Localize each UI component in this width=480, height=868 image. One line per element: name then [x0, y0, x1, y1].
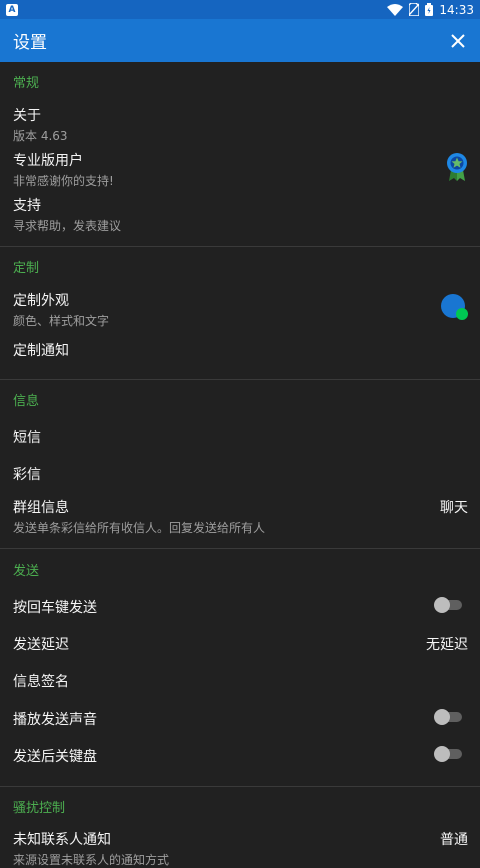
- settings-item-subtitle: 非常感谢你的支持!: [13, 174, 114, 188]
- section-divider: [0, 379, 480, 380]
- settings-item-delay[interactable]: 发送延迟: [13, 634, 468, 654]
- settings-item-hide-keyboard[interactable]: 发送后关键盘: [13, 746, 468, 766]
- battery-icon: [425, 3, 434, 16]
- settings-item-subtitle: 颜色、样式和文字: [13, 314, 110, 328]
- settings-item-title: 定制外观: [13, 293, 69, 309]
- section-sending-title: 发送: [13, 564, 40, 579]
- hide-keyboard-toggle[interactable]: [434, 745, 462, 763]
- enter-send-toggle[interactable]: [434, 596, 462, 614]
- delay-value: 无延迟: [426, 637, 468, 653]
- settings-item-title: 关于: [13, 108, 41, 124]
- no-sim-icon: [409, 3, 420, 16]
- settings-item-title: 发送后关键盘: [13, 749, 97, 765]
- clock: 14:33: [439, 2, 474, 17]
- section-divider: [0, 548, 480, 549]
- settings-item-enter-send[interactable]: 按回车键发送: [13, 597, 468, 617]
- settings-item-group[interactable]: 群组信息 发送单条彩信给所有收信人。回复发送给所有人: [13, 497, 468, 536]
- section-customize-title: 定制: [13, 261, 40, 276]
- toggle-thumb: [434, 746, 450, 762]
- toggle-thumb: [434, 709, 450, 725]
- section-general-title: 常规: [13, 76, 40, 91]
- award-ribbon-icon: [446, 152, 468, 186]
- section-messages-title: 信息: [13, 394, 40, 409]
- section-spam-title: 骚扰控制: [13, 801, 66, 816]
- settings-item-title: 信息签名: [13, 674, 69, 690]
- app-bar: 设置: [0, 19, 480, 62]
- page-title: 设置: [13, 33, 47, 53]
- settings-item-title: 支持: [13, 198, 41, 214]
- wifi-icon: [387, 3, 404, 16]
- group-value: 聊天: [440, 500, 468, 516]
- settings-item-title: 专业版用户: [13, 153, 83, 169]
- settings-item-title: 群组信息: [13, 500, 69, 516]
- settings-item-subtitle: 版本 4.63: [13, 129, 68, 143]
- settings-item-send-sound[interactable]: 播放发送声音: [13, 709, 468, 729]
- settings-item-title: 播放发送声音: [13, 712, 97, 728]
- settings-item-title: 定制通知: [13, 343, 69, 359]
- settings-item-signature[interactable]: 信息签名: [13, 671, 468, 691]
- settings-item-mms[interactable]: 彩信: [13, 464, 468, 484]
- settings-item-notifications[interactable]: 定制通知: [13, 340, 468, 360]
- unknown-contacts-value: 普通: [440, 832, 468, 848]
- settings-item-sms[interactable]: 短信: [13, 427, 468, 447]
- settings-item-pro[interactable]: 专业版用户 非常感谢你的支持!: [13, 150, 468, 189]
- theme-color-icon: [441, 294, 469, 326]
- close-icon[interactable]: [446, 29, 470, 53]
- settings-item-about[interactable]: 关于 版本 4.63: [13, 105, 468, 144]
- settings-item-support[interactable]: 支持 寻求帮助，发表建议: [13, 195, 468, 234]
- settings-item-subtitle: 发送单条彩信给所有收信人。回复发送给所有人: [13, 521, 266, 535]
- settings-item-title: 发送延迟: [13, 637, 69, 653]
- settings-item-unknown-contacts[interactable]: 未知联系人通知 来源设置未联系人的通知方式: [13, 829, 468, 868]
- section-divider: [0, 786, 480, 787]
- settings-item-subtitle: 寻求帮助，发表建议: [13, 219, 122, 233]
- settings-item-title: 按回车键发送: [13, 600, 97, 616]
- settings-item-title: 彩信: [13, 467, 41, 483]
- send-sound-toggle[interactable]: [434, 708, 462, 726]
- settings-item-title: 未知联系人通知: [13, 832, 111, 848]
- section-divider: [0, 246, 480, 247]
- settings-item-title: 短信: [13, 430, 41, 446]
- settings-item-appearance[interactable]: 定制外观 颜色、样式和文字: [13, 290, 468, 329]
- app-notification-icon: A: [6, 3, 18, 16]
- status-bar: A 14:33: [0, 0, 480, 19]
- toggle-thumb: [434, 597, 450, 613]
